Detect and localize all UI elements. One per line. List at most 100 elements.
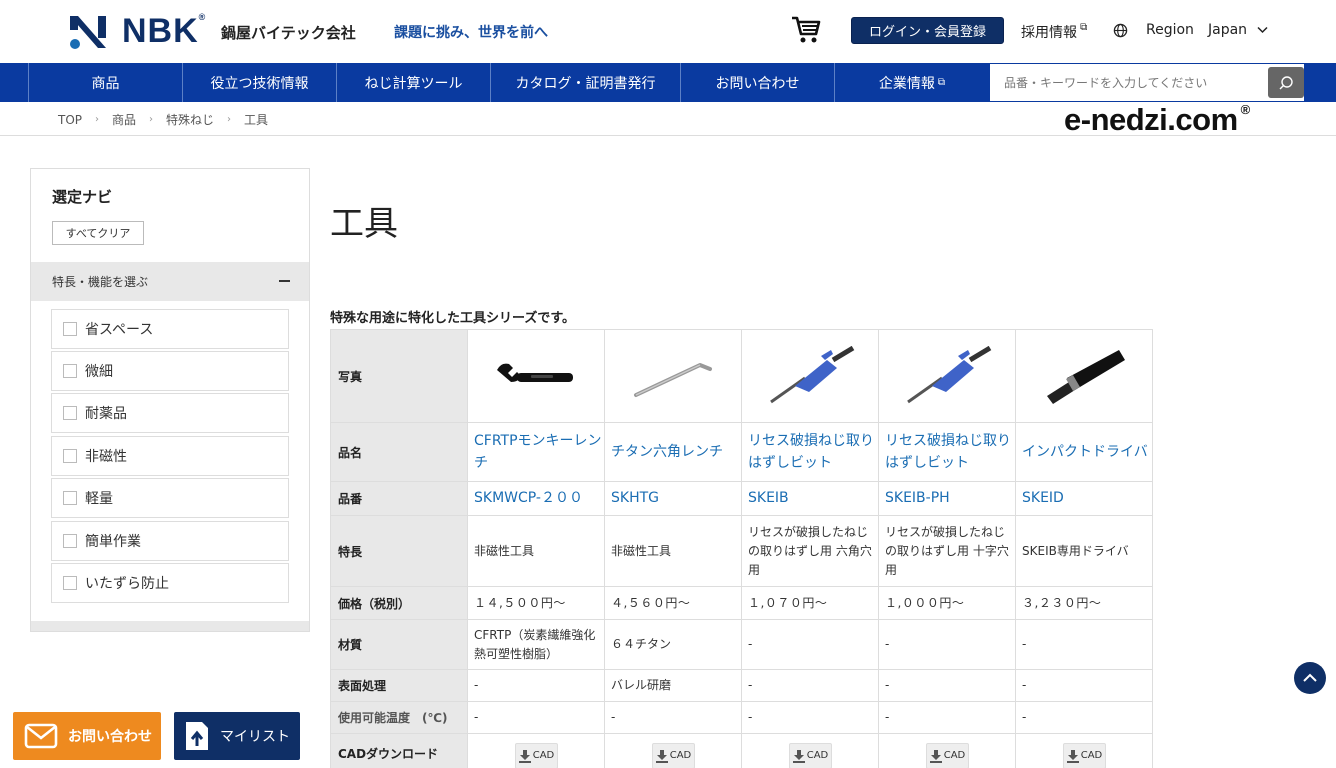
product-price-cell: １４,５００円〜 [467, 586, 605, 620]
table-row-material: 材質 CFRTP（炭素繊維強化熱可塑性樹脂） ６４チタン - - - [330, 619, 1153, 670]
scroll-to-top-button[interactable] [1294, 662, 1326, 694]
checkbox-icon [63, 406, 77, 420]
product-code-link[interactable]: SKEIB [748, 490, 789, 506]
impact-driver-image [1047, 350, 1125, 404]
feature-checkbox-lightweight[interactable]: 軽量 [51, 478, 289, 518]
site-brand-text: e-nedzi.com [1064, 102, 1238, 137]
product-code-cell[interactable]: SKHTG [604, 481, 742, 516]
table-row-name: 品名 CFRTPモンキーレンチ チタン六角レンチ リセス破損ねじ取りはずしビット… [330, 422, 1153, 482]
product-price-cell: １,０００円〜 [878, 586, 1016, 620]
product-code-link[interactable]: SKEIB-PH [885, 490, 950, 506]
row-header-surface: 表面処理 [330, 669, 468, 702]
product-feature-cell: 非磁性工具 [467, 515, 605, 587]
login-register-button[interactable]: ログイン・会員登録 [851, 17, 1004, 44]
header-divider [0, 135, 1336, 136]
cad-download-button[interactable]: CAD [651, 742, 695, 768]
contact-float-button[interactable]: お問い合わせ [13, 712, 161, 760]
breadcrumb-products[interactable]: 商品 [112, 111, 136, 128]
product-code-link[interactable]: SKHTG [611, 490, 659, 506]
breadcrumb-top[interactable]: TOP [58, 113, 82, 127]
hex-wrench-image [634, 363, 712, 397]
breadcrumb: TOP › 商品 › 特殊ねじ › 工具 [58, 111, 268, 128]
cad-cell: CAD [1015, 733, 1153, 768]
product-photo[interactable] [741, 329, 879, 423]
breadcrumb-special-screws[interactable]: 特殊ねじ [166, 111, 214, 128]
feature-section-label: 特長・機能を選ぶ [52, 275, 149, 289]
product-name-cell[interactable]: リセス破損ねじ取りはずしビット [741, 422, 879, 482]
region-select[interactable]: Japan [1208, 22, 1247, 38]
feature-checkbox-chemical-resistant[interactable]: 耐薬品 [51, 393, 289, 433]
sidebar-footer-bar [31, 621, 309, 631]
search-icon [1279, 75, 1293, 89]
product-photo[interactable] [467, 329, 605, 423]
clear-all-button[interactable]: すべてクリア [52, 221, 144, 245]
product-code-cell[interactable]: SKEIB [741, 481, 879, 516]
nav-item-tech-info[interactable]: 役立つ技術情報 [182, 63, 336, 102]
mylist-float-button[interactable]: マイリスト [174, 712, 300, 760]
feature-checkbox-tamper-proof[interactable]: いたずら防止 [51, 563, 289, 603]
cad-download-button[interactable]: CAD [925, 742, 969, 768]
product-surface-cell: バレル研磨 [604, 669, 742, 702]
external-link-icon: ⧉ [937, 77, 946, 88]
product-photo[interactable] [604, 329, 742, 423]
product-name-cell[interactable]: CFRTPモンキーレンチ [467, 422, 605, 482]
contact-float-label: お問い合わせ [68, 729, 152, 745]
search-bar [989, 63, 1305, 102]
row-header-price: 価格（税別） [330, 586, 468, 620]
search-button[interactable] [1268, 67, 1304, 98]
cad-download-button[interactable]: CAD [1062, 742, 1106, 768]
cad-label: CAD [943, 750, 966, 761]
product-code-link[interactable]: SKEID [1022, 490, 1064, 506]
external-link-icon: ⧉ [1077, 22, 1088, 33]
product-name-cell[interactable]: リセス破損ねじ取りはずしビット [878, 422, 1016, 482]
table-row-cad: CADダウンロード CAD CAD CAD CAD CAD [330, 733, 1153, 768]
nav-item-catalog[interactable]: カタログ・証明書発行 [490, 63, 680, 102]
globe-icon [1113, 23, 1128, 38]
nbk-logo[interactable]: NBK® [68, 12, 206, 51]
product-temp-cell: - [1015, 701, 1153, 734]
recruit-link[interactable]: 採用情報 ⧉ [1021, 22, 1087, 42]
row-header-name: 品名 [330, 422, 468, 482]
feature-checkbox-micro[interactable]: 微細 [51, 351, 289, 391]
breadcrumb-current: 工具 [244, 113, 269, 127]
nbk-logo-mark-icon [70, 15, 106, 49]
cad-download-button[interactable]: CAD [514, 742, 558, 768]
product-photo[interactable] [878, 329, 1016, 423]
checkbox-icon [63, 449, 77, 463]
product-code-link[interactable]: SKMWCP-２００ [474, 490, 583, 506]
product-name-link[interactable]: インパクトドライバ [1022, 444, 1148, 460]
cart-icon[interactable] [790, 14, 822, 44]
product-code-cell[interactable]: SKEID [1015, 481, 1153, 516]
mylist-icon [186, 722, 208, 750]
feature-section-header[interactable]: 特長・機能を選ぶ [31, 262, 309, 301]
nav-item-calc-tools[interactable]: ねじ計算ツール [336, 63, 490, 102]
download-icon [1066, 749, 1079, 763]
mail-icon [24, 723, 58, 749]
checkbox-label: 省スペース [85, 322, 154, 338]
feature-checkbox-non-magnetic[interactable]: 非磁性 [51, 436, 289, 476]
nav-item-company[interactable]: 企業情報 ⧉ [834, 63, 989, 102]
feature-checkbox-easy-work[interactable]: 簡単作業 [51, 521, 289, 561]
product-name-link[interactable]: リセス破損ねじ取りはずしビット [885, 433, 1011, 471]
product-name-link[interactable]: CFRTPモンキーレンチ [474, 433, 602, 471]
product-name-cell[interactable]: チタン六角レンチ [604, 422, 742, 482]
product-code-cell[interactable]: SKMWCP-２００ [467, 481, 605, 516]
product-temp-cell: - [604, 701, 742, 734]
product-name-link[interactable]: チタン六角レンチ [611, 444, 723, 460]
product-name-cell[interactable]: インパクトドライバ [1015, 422, 1153, 482]
product-photo[interactable] [1015, 329, 1153, 423]
product-temp-cell: - [741, 701, 879, 734]
chevron-down-icon[interactable] [1257, 26, 1268, 34]
product-code-cell[interactable]: SKEIB-PH [878, 481, 1016, 516]
product-material-cell: - [1015, 619, 1153, 670]
nav-item-contact[interactable]: お問い合わせ [680, 63, 834, 102]
product-name-link[interactable]: リセス破損ねじ取りはずしビット [748, 433, 874, 471]
checkbox-label: 簡単作業 [85, 534, 141, 550]
nav-item-products[interactable]: 商品 [28, 63, 182, 102]
cad-download-button[interactable]: CAD [788, 742, 832, 768]
search-input[interactable] [990, 64, 1260, 101]
mylist-float-label: マイリスト [220, 729, 290, 745]
site-brand-logo[interactable]: e-nedzi.com ® [1064, 102, 1250, 138]
feature-checkbox-space-saving[interactable]: 省スペース [51, 309, 289, 349]
row-header-feature: 特長 [330, 515, 468, 587]
